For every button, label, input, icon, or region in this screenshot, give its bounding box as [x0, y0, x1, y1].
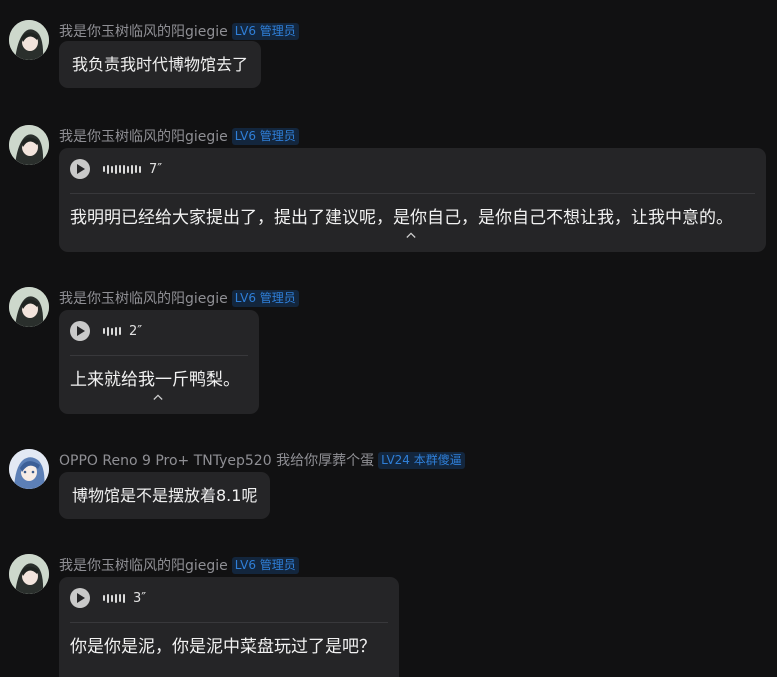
chat-message: 我是你玉树临风的阳giegie LV6 管理员 2″ 上来就给我一斤鸭梨。	[0, 287, 777, 417]
sender-name[interactable]: 我是你玉树临风的阳giegie	[59, 21, 228, 41]
voice-duration: 2″	[129, 323, 143, 339]
avatar[interactable]	[9, 287, 49, 327]
text-bubble[interactable]: 博物馆是不是摆放着8.1呢	[59, 472, 271, 519]
member-badge: LV6 管理员	[231, 127, 299, 145]
member-badge: LV6 管理员	[231, 556, 299, 574]
avatar[interactable]	[9, 20, 49, 60]
play-icon[interactable]	[70, 159, 90, 179]
member-badge: LV6 管理员	[231, 22, 299, 40]
voice-bubble[interactable]: 7″ 我明明已经给大家提出了，提出了建议呢，是你自己，是你自己不想让我，让我中意…	[59, 148, 766, 252]
member-badge: LV24 本群傻逼	[378, 451, 465, 469]
voice-transcript: 上来就给我一斤鸭梨。	[70, 370, 240, 390]
divider	[70, 193, 755, 194]
chat-message: 我是你玉树临风的阳giegie LV6 管理员 3″ 你是你是泥，你是泥中菜盘玩…	[0, 554, 777, 677]
voice-duration: 7″	[149, 161, 163, 177]
sender-name[interactable]: 我是你玉树临风的阳giegie	[59, 555, 228, 575]
divider	[70, 355, 248, 356]
voice-bubble[interactable]: 2″ 上来就给我一斤鸭梨。	[59, 310, 259, 414]
sender-name[interactable]: 我是你玉树临风的阳giegie	[59, 288, 228, 308]
chat-message: OPPO Reno 9 Pro+ TNTyep520 我给你厚葬个蛋 LV24 …	[0, 449, 777, 519]
chevron-up-icon[interactable]	[153, 392, 163, 402]
message-text: 我负责我时代博物馆去了	[72, 55, 249, 74]
play-icon[interactable]	[70, 321, 90, 341]
waveform-icon	[103, 326, 121, 336]
avatar[interactable]	[9, 125, 49, 165]
chat-message: 我是你玉树临风的阳giegie LV6 管理员 我负责我时代博物馆去了	[0, 20, 777, 90]
text-bubble[interactable]: 我负责我时代博物馆去了	[59, 41, 262, 88]
avatar[interactable]	[9, 554, 49, 594]
play-icon[interactable]	[70, 588, 90, 608]
voice-transcript: 我明明已经给大家提出了，提出了建议呢，是你自己，是你自己不想让我，让我中意的。	[70, 208, 733, 228]
avatar[interactable]	[9, 449, 49, 489]
voice-bubble[interactable]: 3″ 你是你是泥，你是泥中菜盘玩过了是吧？	[59, 577, 399, 677]
waveform-icon	[103, 164, 141, 174]
member-badge: LV6 管理员	[231, 289, 299, 307]
voice-transcript: 你是你是泥，你是泥中菜盘玩过了是吧？	[70, 637, 376, 657]
divider	[70, 622, 388, 623]
waveform-icon	[103, 593, 125, 603]
message-text: 博物馆是不是摆放着8.1呢	[72, 486, 258, 505]
sender-name[interactable]: OPPO Reno 9 Pro+ TNTyep520 我给你厚葬个蛋	[59, 450, 374, 470]
sender-name[interactable]: 我是你玉树临风的阳giegie	[59, 126, 228, 146]
voice-duration: 3″	[133, 590, 147, 606]
chat-message: 我是你玉树临风的阳giegie LV6 管理员 7″ 我明明已经给大家提出了，提…	[0, 125, 777, 255]
chevron-up-icon[interactable]	[406, 230, 416, 240]
